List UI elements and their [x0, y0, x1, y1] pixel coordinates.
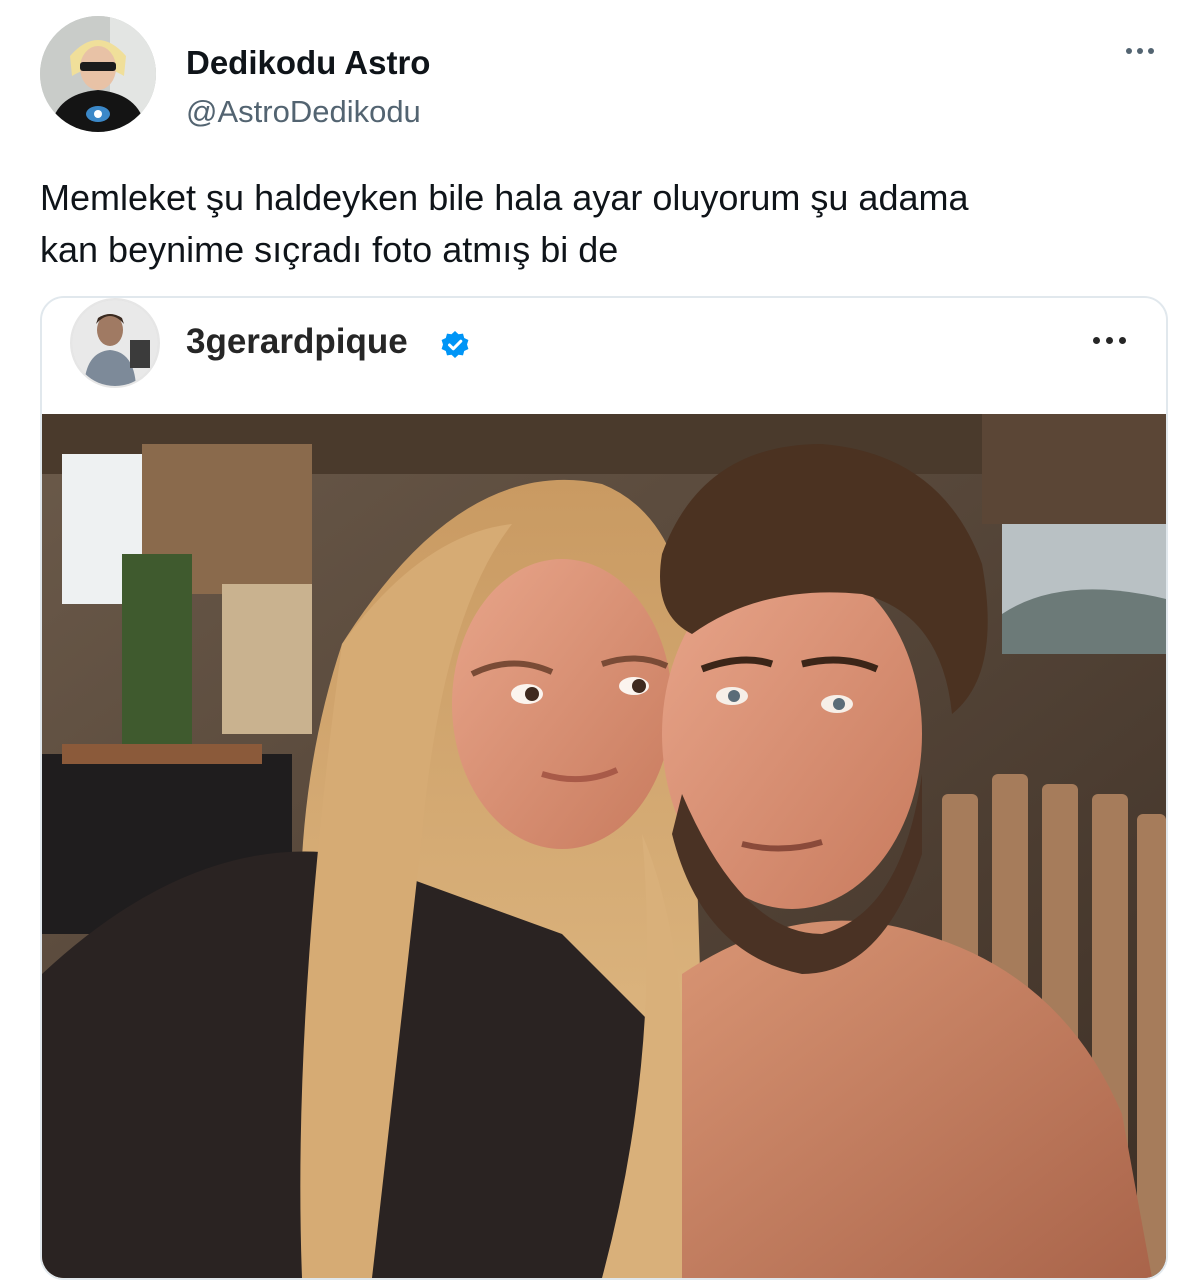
tweet-text-line: Memleket şu haldeyken bile hala ayar olu… — [40, 177, 969, 218]
tweet-header: Dedikodu Astro @AstroDedikodu — [40, 16, 1160, 136]
instagram-avatar-image — [72, 300, 158, 386]
verified-badge-icon — [441, 331, 469, 358]
dot — [1126, 48, 1132, 54]
tweet-text: Memleket şu haldeyken bile hala ayar olu… — [40, 172, 1150, 276]
dot — [1105, 336, 1113, 344]
tweet-text-line: kan beynime sıçradı foto atmış bi de — [40, 229, 619, 270]
dot — [1137, 48, 1143, 54]
selfie-photo[interactable] — [42, 414, 1166, 1278]
instagram-username[interactable]: 3gerardpique — [186, 322, 408, 362]
dot — [1118, 336, 1126, 344]
dot — [1092, 336, 1100, 344]
avatar-image — [40, 16, 156, 132]
more-options-icon[interactable] — [1120, 38, 1160, 64]
instagram-avatar[interactable] — [70, 298, 160, 388]
instagram-more-icon[interactable] — [1088, 330, 1130, 350]
dot — [1148, 48, 1154, 54]
embedded-media-card[interactable]: 3gerardpique — [40, 296, 1168, 1280]
instagram-post-header: 3gerardpique — [42, 298, 1166, 414]
author-handle[interactable]: @AstroDedikodu — [186, 94, 421, 130]
author-display-name[interactable]: Dedikodu Astro — [186, 44, 430, 82]
author-avatar[interactable] — [40, 16, 156, 132]
